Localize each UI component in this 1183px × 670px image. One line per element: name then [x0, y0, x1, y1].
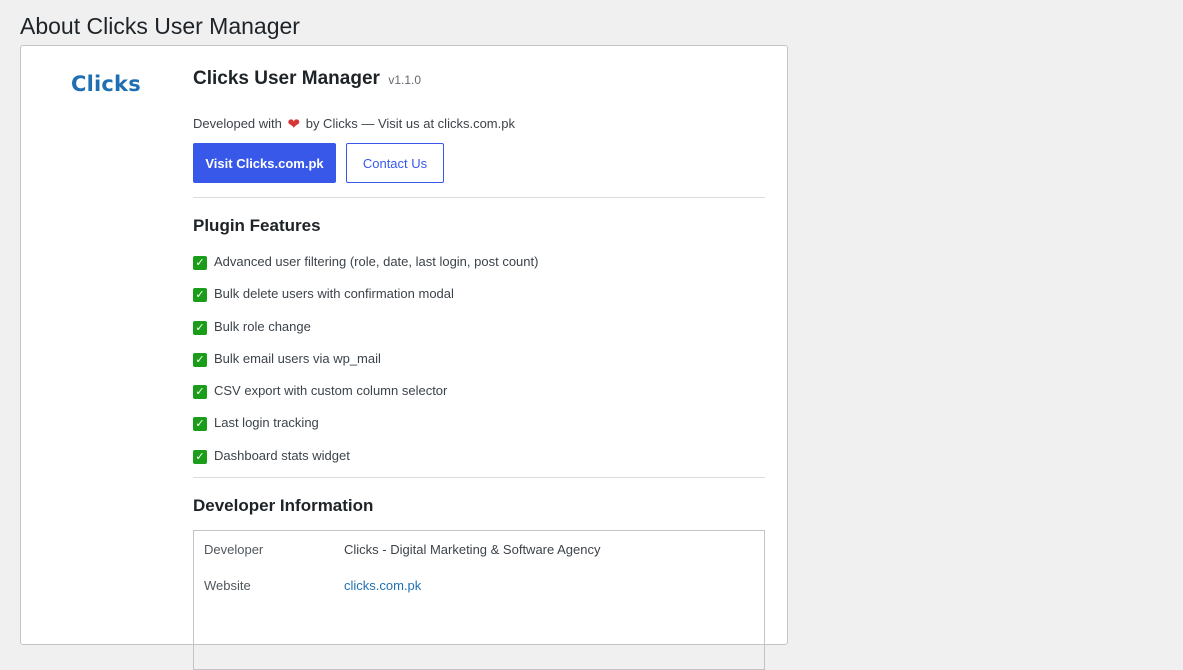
feature-item: ✓ Bulk role change	[193, 319, 538, 351]
check-icon: ✓	[193, 352, 207, 367]
developer-label: Developer	[204, 542, 264, 557]
features-title: Plugin Features	[193, 216, 321, 235]
divider	[193, 477, 765, 478]
feature-label: Advanced user filtering (role, date, las…	[214, 254, 539, 269]
tagline-suffix: by Clicks — Visit us at clicks.com.pk	[305, 116, 515, 131]
divider	[193, 197, 765, 198]
plugin-name: Clicks User Manager	[193, 68, 380, 89]
about-card: Clicks Clicks User Manager v1.1.0 Develo…	[20, 45, 788, 670]
heart-icon: ❤	[287, 116, 301, 133]
website-label: Website	[204, 578, 251, 593]
feature-label: Bulk role change	[214, 318, 311, 334]
check-icon: ✓	[193, 449, 207, 464]
check-icon: ✓	[193, 256, 207, 270]
features-list: ✓ Advanced user filtering (role, date, l…	[193, 254, 538, 480]
visit-website-button[interactable]: Visit Clicks.com.pk	[193, 143, 336, 183]
feature-item: ✓ Dashboard stats widget	[193, 448, 538, 480]
check-icon: ✓	[193, 288, 207, 303]
feature-label: CSV export with custom column selector	[214, 383, 448, 399]
plugin-header: Clicks User Manager v1.1.0	[193, 68, 421, 90]
feature-label: Bulk delete users with confirmation moda…	[214, 286, 454, 302]
table-row: Website clicks.com.pk	[194, 567, 764, 603]
feature-item: ✓ Advanced user filtering (role, date, l…	[193, 254, 538, 286]
website-link[interactable]: clicks.com.pk	[344, 578, 421, 593]
developer-tagline: Developed with ❤ by Clicks — Visit us at…	[193, 114, 515, 133]
page-title: About Clicks User Manager	[20, 13, 300, 39]
developer-info-table: Developer Clicks - Digital Marketing & S…	[193, 530, 765, 670]
plugin-version: v1.1.0	[388, 73, 422, 87]
tagline-prefix: Developed with	[193, 116, 282, 131]
check-icon: ✓	[193, 417, 207, 432]
contact-us-button[interactable]: Contact Us	[346, 143, 444, 183]
feature-label: Dashboard stats widget	[214, 447, 350, 463]
check-icon: ✓	[193, 385, 207, 400]
feature-item: ✓ Bulk delete users with confirmation mo…	[193, 286, 538, 318]
feature-item: ✓ Last login tracking	[193, 415, 538, 447]
website-value: clicks.com.pk	[344, 578, 421, 593]
feature-label: Last login tracking	[214, 415, 319, 431]
check-icon: ✓	[193, 320, 207, 335]
feature-label: Bulk email users via wp_mail	[214, 350, 381, 366]
feature-item: ✓ CSV export with custom column selector	[193, 383, 538, 415]
clicks-logo: Clicks	[71, 72, 141, 96]
developer-info-title: Developer Information	[193, 496, 374, 515]
developer-value: Clicks - Digital Marketing & Software Ag…	[344, 542, 601, 557]
table-row: Developer Clicks - Digital Marketing & S…	[194, 531, 764, 567]
feature-item: ✓ Bulk email users via wp_mail	[193, 351, 538, 383]
